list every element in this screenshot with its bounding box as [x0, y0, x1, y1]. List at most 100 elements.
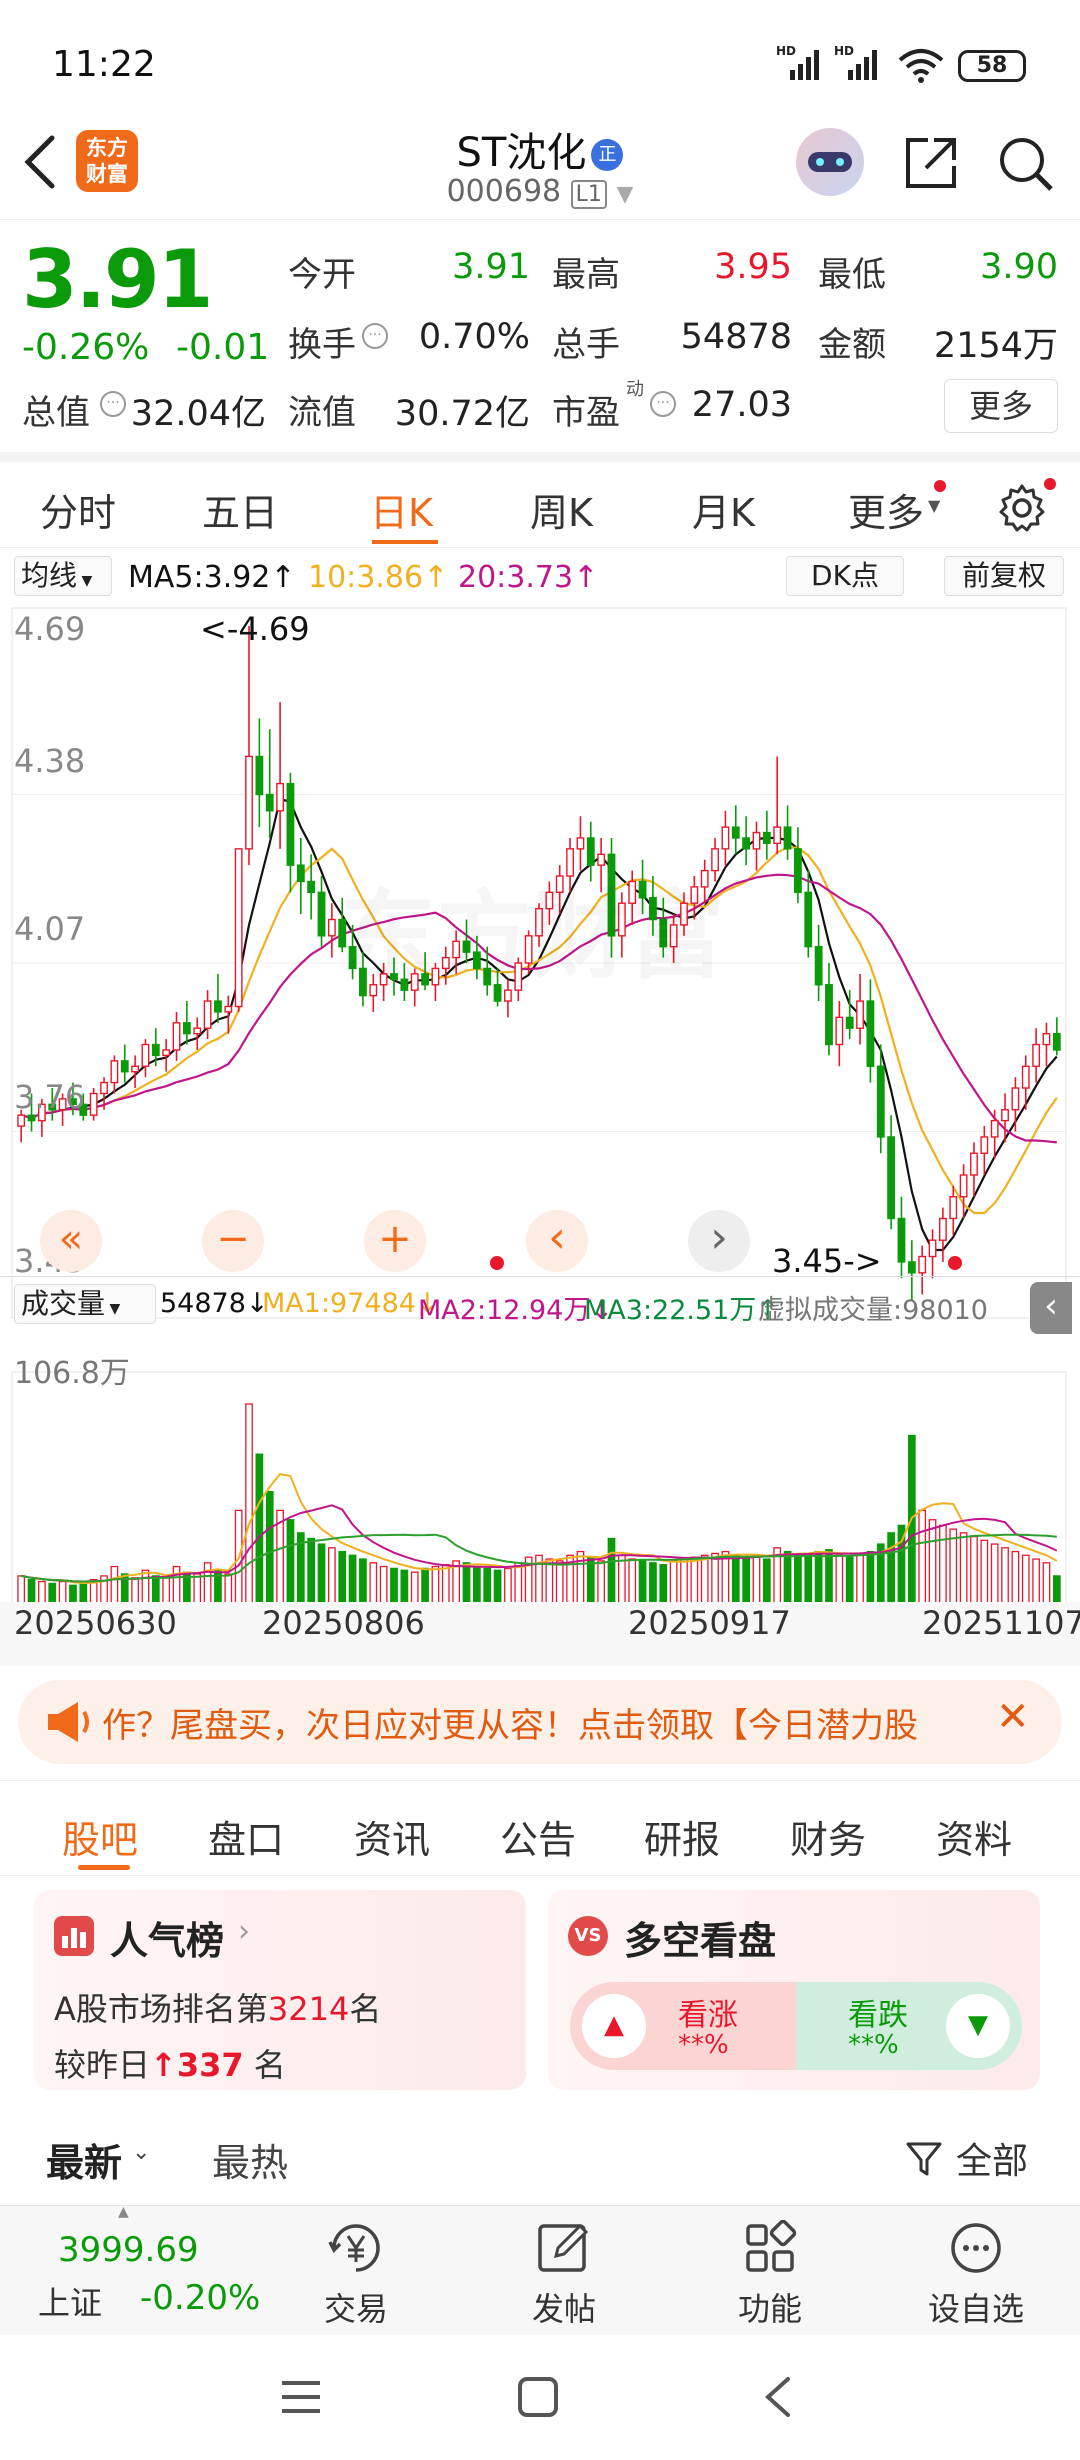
sort-latest[interactable]: 最新 [46, 2132, 122, 2187]
tab-weekly-k[interactable]: 周K [530, 482, 593, 537]
volume-bar [348, 1554, 357, 1604]
volume-bar [27, 1579, 36, 1604]
low-value: 3.90 [980, 247, 1058, 287]
tab-monthly-k[interactable]: 月K [692, 482, 755, 537]
candle-body [918, 1255, 927, 1274]
candle-body [980, 1136, 989, 1154]
date-label: 20250630 [14, 1604, 177, 1642]
sort-hottest[interactable]: 最热 [212, 2132, 288, 2187]
bull-button[interactable]: ▲ 看涨 **% [570, 1982, 796, 2070]
chevron-down-icon[interactable]: ▼ [616, 182, 633, 207]
volume-bar [151, 1575, 160, 1604]
tab-order-book[interactable]: 盘口 [208, 1809, 284, 1864]
tab-financials[interactable]: 财务 [790, 1809, 866, 1864]
ma20-value: 20:3.73↑ [458, 560, 599, 595]
function-grid-icon[interactable] [742, 2220, 798, 2276]
info-icon[interactable]: ··· [100, 391, 126, 417]
candle-body [131, 1065, 140, 1073]
filter-all[interactable]: 全部 [956, 2132, 1028, 2184]
sentiment-card[interactable]: VS 多空看盘 ▲ 看涨 **% 看跌 **% ▼ [548, 1890, 1040, 2090]
settings-gear-icon[interactable] [996, 482, 1048, 534]
float-cap-label: 流值 [288, 393, 356, 433]
candle-body [182, 1022, 191, 1035]
volume-bar [794, 1554, 802, 1604]
candle-body [990, 1119, 999, 1138]
prev-button[interactable]: ‹ [526, 1210, 588, 1272]
volume-bar [317, 1543, 326, 1604]
zoom-in-button[interactable]: + [364, 1210, 426, 1272]
price-label: 4.38 [14, 742, 86, 780]
volume-bar [38, 1580, 46, 1604]
tab-announcements[interactable]: 公告 [500, 1809, 576, 1864]
pe-value: 27.03 [691, 385, 792, 425]
candle-body [234, 848, 243, 1008]
next-button[interactable]: › [688, 1210, 750, 1272]
tab-profile[interactable]: 资料 [936, 1809, 1012, 1864]
more-dots-icon[interactable] [948, 2220, 1004, 2276]
volume-bar [286, 1519, 295, 1604]
volume-bar [131, 1577, 139, 1604]
volume-bar [680, 1558, 688, 1604]
share-icon[interactable] [900, 134, 960, 194]
app-logo[interactable]: 东方 财富 [76, 130, 138, 192]
nav-function[interactable]: 功能 [700, 2284, 840, 2330]
index-name[interactable]: 上证 [38, 2278, 102, 2324]
promo-banner[interactable]: 作？尾盘买，次日应对更从容！点击领取【今日潜力股 ✕ [18, 1680, 1062, 1764]
expand-up-icon[interactable]: ▲ [118, 2204, 129, 2220]
candle-body [856, 1000, 864, 1029]
search-icon[interactable] [996, 134, 1056, 194]
back-icon[interactable] [18, 132, 62, 192]
trade-yen-icon[interactable] [326, 2220, 386, 2276]
adjust-button[interactable]: 前复权 [944, 556, 1064, 596]
popularity-card[interactable]: 人气榜 › A股市场排名第3214名 较昨日↑337 名 [34, 1890, 526, 2090]
stock-header: 东方 财富 ST沈化 正 000698 L1 ▼ [0, 120, 1080, 220]
nav-add-watchlist[interactable]: 设自选 [906, 2284, 1046, 2330]
change-value: -0.01 [176, 327, 270, 368]
close-icon[interactable]: ✕ [996, 1694, 1030, 1740]
candle-body [193, 1027, 202, 1035]
volume-bar [58, 1580, 67, 1604]
nav-trade[interactable]: 交易 [286, 2284, 426, 2330]
home-icon[interactable] [516, 2375, 560, 2419]
total-cap-label: 总值 [22, 393, 90, 433]
index-change[interactable]: -0.20% [140, 2278, 260, 2318]
collapse-panel-button[interactable]: ‹ [1030, 1282, 1072, 1334]
filter-icon[interactable] [904, 2140, 944, 2180]
candle-body [141, 1043, 150, 1067]
candle-body [100, 1081, 108, 1095]
open-label: 今开 [288, 255, 356, 295]
volume-bar [628, 1558, 637, 1604]
info-icon[interactable]: ··· [362, 323, 388, 349]
bear-button[interactable]: 看跌 **% ▼ [796, 1982, 1022, 2070]
menu-icon[interactable] [278, 2377, 324, 2417]
zoom-out-button[interactable]: − [202, 1210, 264, 1272]
indicator-select[interactable]: 均线 ▼ [14, 556, 112, 596]
volume-indicator-select[interactable]: 成交量 ▼ [14, 1284, 156, 1324]
volume-bar [359, 1558, 367, 1604]
kline-svg[interactable] [0, 604, 1080, 1604]
info-icon[interactable]: ··· [650, 391, 676, 417]
nav-post[interactable]: 发帖 [494, 2284, 634, 2330]
tab-more[interactable]: 更多 [848, 482, 924, 537]
tab-five-day[interactable]: 五日 [202, 482, 278, 537]
tab-research[interactable]: 研报 [644, 1809, 720, 1864]
post-edit-icon[interactable] [534, 2220, 594, 2276]
tab-forum[interactable]: 股吧 [62, 1809, 138, 1864]
volume-bar [493, 1569, 502, 1604]
candle-body [731, 826, 740, 839]
dk-point-button[interactable]: DK点 [786, 556, 904, 596]
chevron-down-icon[interactable]: ⌄ [132, 2140, 150, 2165]
more-button[interactable]: 更多 [944, 379, 1058, 433]
up-arrow-icon: ▲ [582, 1994, 646, 2058]
back-nav-icon[interactable] [758, 2375, 798, 2419]
bull-label: 看涨 [678, 1998, 738, 2033]
tab-news[interactable]: 资讯 [354, 1809, 430, 1864]
tab-daily-k[interactable]: 日K [370, 482, 433, 537]
index-value[interactable]: 3999.69 [58, 2230, 199, 2270]
robot-avatar-icon[interactable] [796, 128, 864, 196]
candle-body [255, 755, 264, 796]
volume-bar [504, 1567, 512, 1604]
volume-bar [483, 1567, 492, 1604]
rewind-button[interactable]: « [40, 1210, 102, 1272]
tab-intraday[interactable]: 分时 [40, 482, 116, 537]
